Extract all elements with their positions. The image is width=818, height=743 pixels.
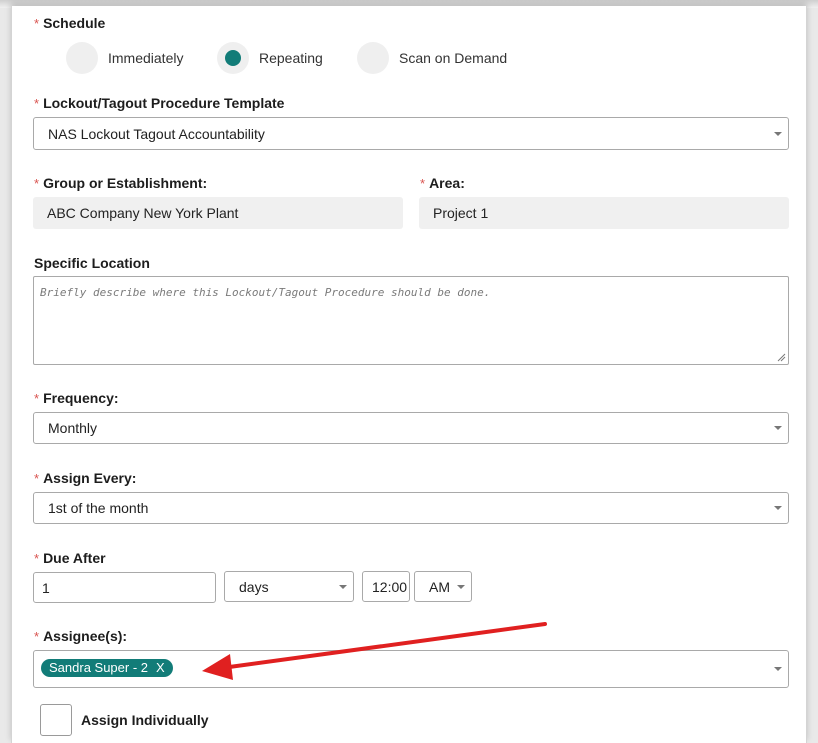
frequency-select[interactable]: Monthly	[33, 412, 789, 444]
area-label: * Area:	[420, 175, 465, 191]
template-select[interactable]: NAS Lockout Tagout Accountability	[33, 117, 789, 150]
assign-individually-checkbox[interactable]	[40, 704, 72, 736]
chevron-down-icon	[774, 506, 782, 510]
radio-label-scan-on-demand: Scan on Demand	[399, 50, 508, 66]
radio-circle-scan-on-demand[interactable]	[357, 42, 389, 74]
chevron-down-icon	[339, 584, 347, 589]
assign-every-select-value: 1st of the month	[48, 500, 149, 516]
assignees-label: * Assignee(s):	[34, 628, 128, 644]
due-after-label: * Due After	[34, 550, 106, 566]
group-field: ABC Company New York Plant	[33, 197, 403, 229]
radio-immediately[interactable]: Immediately	[66, 42, 183, 74]
area-field: Project 1	[419, 197, 789, 229]
due-after-ampm-select[interactable]: AM	[414, 571, 472, 602]
chevron-down-icon	[774, 131, 782, 136]
remove-tag-button[interactable]: X	[156, 660, 165, 675]
location-label: Specific Location	[34, 255, 150, 271]
frequency-label: * Frequency:	[34, 390, 119, 406]
due-after-time-input[interactable]: 12:00	[362, 571, 410, 602]
chevron-down-icon	[457, 584, 465, 589]
assignee-tag: Sandra Super - 2 X	[41, 659, 173, 677]
template-select-value: NAS Lockout Tagout Accountability	[48, 125, 265, 142]
chevron-down-icon	[774, 667, 782, 671]
radio-label-immediately: Immediately	[108, 50, 184, 66]
assign-every-select[interactable]: 1st of the month	[33, 492, 789, 524]
assignee-tag-name: Sandra Super - 2	[49, 660, 149, 675]
resize-handle-icon[interactable]	[776, 352, 786, 362]
frequency-select-value: Monthly	[48, 420, 98, 436]
assign-every-label: * Assign Every:	[34, 470, 137, 486]
due-after-unit-select[interactable]: days	[224, 571, 354, 602]
radio-circle-immediately[interactable]	[66, 42, 98, 74]
template-label: * Lockout/Tagout Procedure Template	[34, 95, 285, 111]
radio-repeating[interactable]: Repeating	[217, 42, 323, 74]
schedule-label: * Schedule	[34, 15, 106, 31]
radio-selected-dot	[225, 50, 241, 66]
chevron-down-icon	[774, 426, 782, 430]
radio-label-repeating: Repeating	[259, 50, 323, 66]
radio-scan-on-demand[interactable]: Scan on Demand	[357, 42, 507, 74]
assign-individually-label: Assign Individually	[81, 712, 209, 728]
location-textarea[interactable]: Briefly describe where this Lockout/Tago…	[33, 276, 789, 365]
group-label: * Group or Establishment:	[34, 175, 208, 191]
due-after-amount-input[interactable]: 1	[33, 572, 216, 603]
location-placeholder: Briefly describe where this Lockout/Tago…	[40, 286, 491, 299]
radio-circle-repeating[interactable]	[217, 42, 249, 74]
